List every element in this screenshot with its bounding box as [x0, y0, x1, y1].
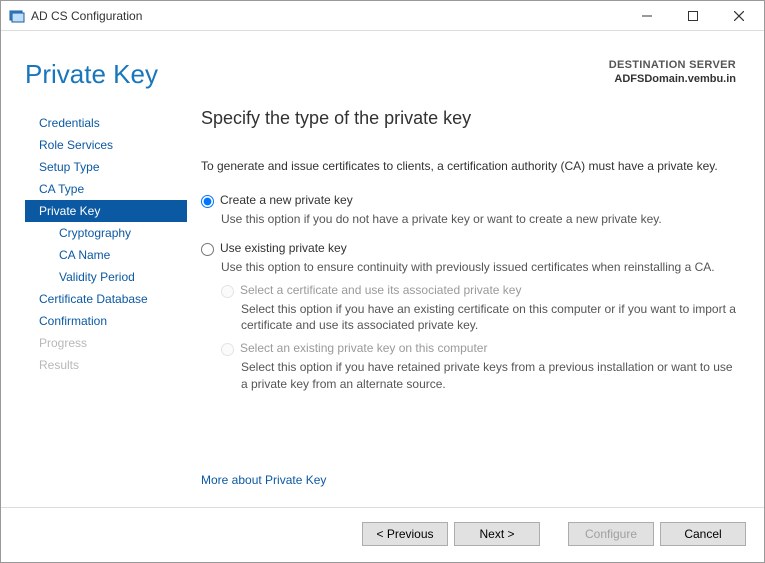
sidebar-item-setup-type[interactable]: Setup Type — [25, 156, 187, 178]
destination-block: DESTINATION SERVER ADFSDomain.vembu.in — [609, 59, 736, 90]
next-button[interactable]: Next > — [454, 522, 540, 546]
sidebar-item-confirmation[interactable]: Confirmation — [25, 310, 187, 332]
button-gap — [546, 522, 562, 546]
previous-button[interactable]: < Previous — [362, 522, 448, 546]
title-bar: AD CS Configuration — [1, 1, 764, 31]
sidebar-item-results: Results — [25, 354, 187, 376]
radio-create-new-input[interactable] — [201, 195, 214, 208]
radio-select-existing-key[interactable]: Select an existing private key on this c… — [221, 341, 740, 356]
radio-create-new-label: Create a new private key — [220, 193, 353, 207]
sidebar-item-certificate-database[interactable]: Certificate Database — [25, 288, 187, 310]
minimize-button[interactable] — [624, 1, 670, 31]
sidebar-item-ca-name[interactable]: CA Name — [25, 244, 187, 266]
radio-select-cert[interactable]: Select a certificate and use its associa… — [221, 283, 740, 298]
radio-use-existing-desc: Use this option to ensure continuity wit… — [221, 259, 740, 275]
sidebar-item-progress: Progress — [25, 332, 187, 354]
sidebar: CredentialsRole ServicesSetup TypeCA Typ… — [25, 108, 187, 497]
radio-select-existing-key-desc: Select this option if you have retained … — [241, 359, 740, 391]
sidebar-item-ca-type[interactable]: CA Type — [25, 178, 187, 200]
sub-option-select-cert: Select a certificate and use its associa… — [221, 283, 740, 333]
radio-select-existing-key-input[interactable] — [221, 343, 234, 356]
maximize-button[interactable] — [670, 1, 716, 31]
window-title: AD CS Configuration — [31, 9, 624, 23]
sidebar-item-cryptography[interactable]: Cryptography — [25, 222, 187, 244]
radio-create-new-desc: Use this option if you do not have a pri… — [221, 211, 740, 227]
option-use-existing: Use existing private key Use this option… — [201, 241, 740, 392]
sub-option-select-existing-key: Select an existing private key on this c… — [221, 341, 740, 391]
cancel-button[interactable]: Cancel — [660, 522, 746, 546]
destination-server: ADFSDomain.vembu.in — [609, 73, 736, 85]
content: Specify the type of the private key To g… — [187, 108, 740, 497]
close-button[interactable] — [716, 1, 762, 31]
body: CredentialsRole ServicesSetup TypeCA Typ… — [1, 94, 764, 507]
radio-create-new[interactable]: Create a new private key — [201, 193, 740, 208]
content-intro: To generate and issue certificates to cl… — [201, 159, 740, 175]
app-icon — [9, 8, 25, 24]
configure-button[interactable]: Configure — [568, 522, 654, 546]
radio-use-existing-label: Use existing private key — [220, 241, 347, 255]
page-title: Private Key — [25, 59, 609, 90]
radio-select-cert-input[interactable] — [221, 285, 234, 298]
radio-use-existing-input[interactable] — [201, 243, 214, 256]
header: Private Key DESTINATION SERVER ADFSDomai… — [1, 31, 764, 94]
radio-select-existing-key-label: Select an existing private key on this c… — [240, 341, 487, 355]
more-about-link[interactable]: More about Private Key — [201, 473, 740, 487]
sidebar-item-private-key[interactable]: Private Key — [25, 200, 187, 222]
sidebar-item-validity-period[interactable]: Validity Period — [25, 266, 187, 288]
radio-select-cert-label: Select a certificate and use its associa… — [240, 283, 521, 297]
sidebar-item-credentials[interactable]: Credentials — [25, 112, 187, 134]
radio-select-cert-desc: Select this option if you have an existi… — [241, 301, 740, 333]
sidebar-item-role-services[interactable]: Role Services — [25, 134, 187, 156]
destination-label: DESTINATION SERVER — [609, 59, 736, 71]
content-heading: Specify the type of the private key — [201, 108, 740, 129]
footer: < Previous Next > Configure Cancel — [1, 507, 764, 562]
option-create-new: Create a new private key Use this option… — [201, 193, 740, 227]
radio-use-existing[interactable]: Use existing private key — [201, 241, 740, 256]
